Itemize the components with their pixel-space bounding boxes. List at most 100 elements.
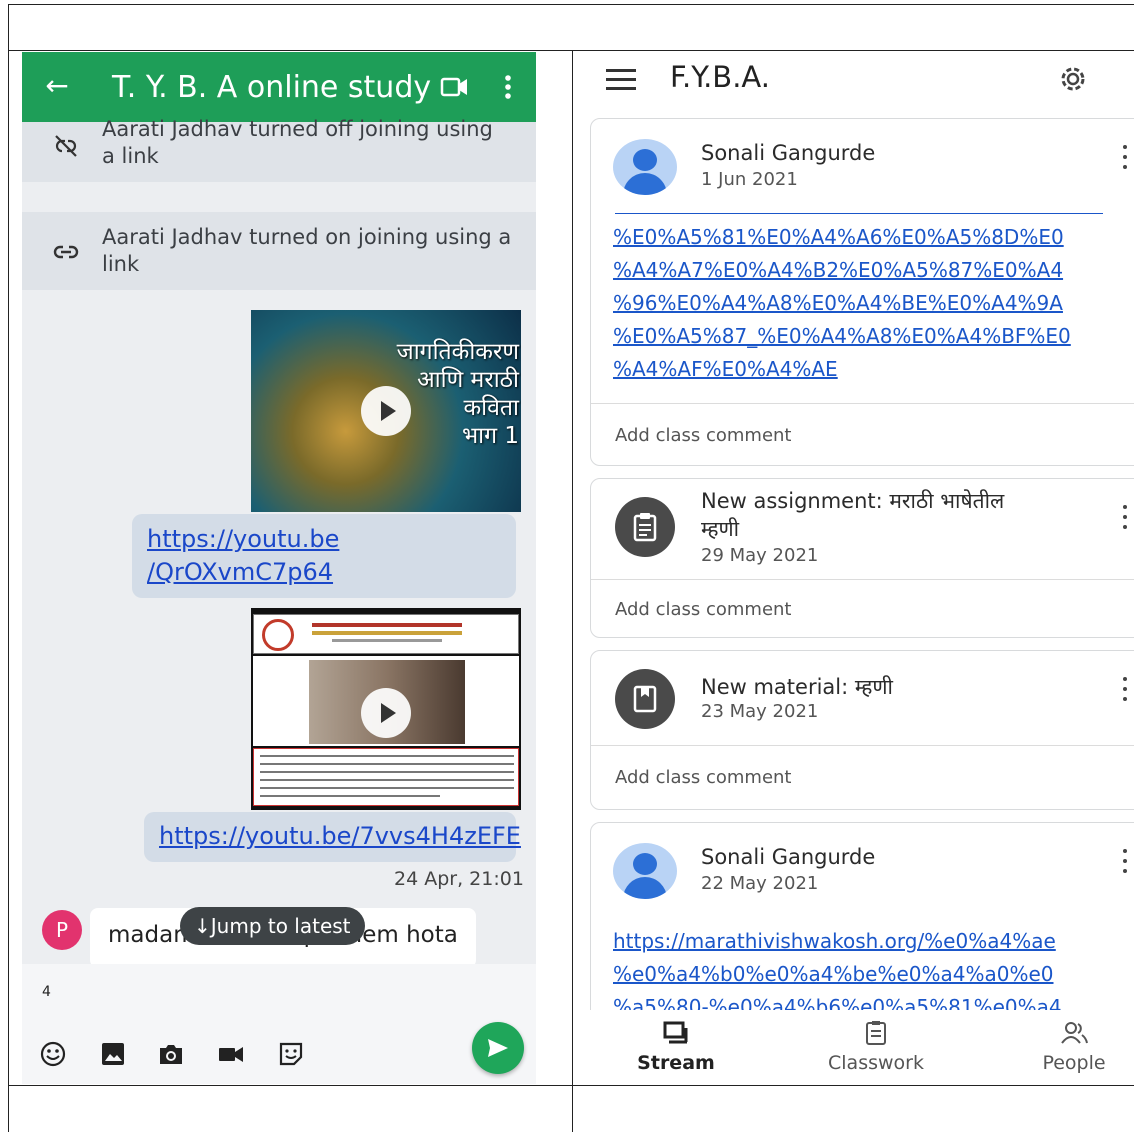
post-link-line[interactable]: %A4%AF%E0%A4%AE — [613, 353, 838, 386]
author-avatar — [613, 139, 677, 195]
post-link-line[interactable]: %e0%a4%b0%e0%a4%be%e0%a4%a0%e0 — [613, 958, 1054, 991]
material-icon — [615, 669, 675, 729]
poster-header-line — [312, 631, 462, 635]
chat-header: ← T. Y. B. A online study — [22, 52, 536, 122]
nav-people[interactable]: People — [1014, 1010, 1134, 1084]
more-options-icon[interactable] — [1121, 505, 1129, 531]
link-icon — [53, 245, 79, 259]
back-arrow-icon[interactable]: ← — [42, 68, 72, 104]
video-call-icon[interactable] — [440, 74, 470, 100]
post-link-line[interactable]: %96%E0%A4%A8%E0%A4%BE%E0%A4%9A — [613, 287, 1063, 320]
divider — [591, 745, 1134, 746]
sticker-icon[interactable] — [278, 1041, 304, 1067]
table-border-left — [8, 4, 9, 1132]
author-avatar — [613, 843, 677, 899]
nav-label: People — [1042, 1052, 1106, 1074]
menu-icon[interactable] — [606, 69, 636, 91]
image-icon[interactable] — [100, 1041, 126, 1067]
link-line[interactable]: /QrOXvmC7p64 — [147, 556, 339, 589]
nav-label: Classwork — [828, 1052, 924, 1074]
composer-input[interactable]: 4 — [42, 984, 51, 1000]
sender-avatar[interactable]: P — [42, 910, 82, 950]
stream-post[interactable]: New assignment: मराठी भाषेतील म्हणी 29 M… — [590, 478, 1134, 638]
play-icon[interactable] — [361, 688, 411, 738]
send-button[interactable] — [472, 1022, 524, 1074]
divider — [591, 579, 1134, 580]
post-link-line[interactable]: %A4%A7%E0%A4%B2%E0%A5%87%E0%A4 — [613, 254, 1063, 287]
chat-screen: ← T. Y. B. A online study Aarati Jadhav … — [22, 52, 536, 1084]
jump-to-latest-button[interactable]: ↓Jump to latest — [180, 907, 365, 945]
post-date: 22 May 2021 — [701, 873, 819, 894]
post-date: 23 May 2021 — [701, 701, 819, 722]
stream-post[interactable]: Sonali Gangurde 1 Jun 2021 %E0%A5%81%E0%… — [590, 118, 1134, 466]
play-icon[interactable] — [361, 386, 411, 436]
youtube-link[interactable]: https://youtu.be /QrOXvmC7p64 — [147, 523, 339, 589]
poster-text-line — [260, 795, 440, 797]
more-options-icon[interactable] — [1121, 145, 1129, 171]
overlay-line: जागतिकीकरण — [396, 339, 519, 365]
video-thumbnail[interactable]: जागतिकीकरण आणि मराठी कविता भाग 1 — [251, 310, 521, 512]
send-icon — [488, 1039, 508, 1057]
youtube-link[interactable]: https://youtu.be/7vvs4H4zEFE — [159, 820, 521, 853]
system-message-text: Aarati Jadhav turned on joining using a … — [102, 225, 512, 276]
classroom-header: F.Y.B.A. — [576, 52, 1134, 114]
emoji-icon[interactable] — [40, 1041, 66, 1067]
class-title: F.Y.B.A. — [670, 60, 770, 94]
video-thumbnail[interactable] — [251, 608, 521, 810]
post-link-line[interactable]: %E0%A5%87_%E0%A4%A8%E0%A4%BF%E0 — [613, 320, 1071, 353]
classroom-screen: F.Y.B.A. Sonali Gangurde 1 Jun 2021 %E0%… — [576, 52, 1134, 1084]
post-date: 1 Jun 2021 — [701, 169, 798, 190]
post-title: New assignment: मराठी भाषेतील — [701, 489, 1005, 513]
stream-post[interactable]: Sonali Gangurde 22 May 2021 https://mara… — [590, 822, 1134, 1022]
gear-icon[interactable] — [1056, 62, 1090, 96]
system-message-text: Aarati Jadhav turned off joining using a… — [102, 117, 493, 168]
more-options-icon[interactable] — [1121, 849, 1129, 875]
post-date: 29 May 2021 — [701, 545, 819, 566]
nav-stream[interactable]: Stream — [616, 1010, 736, 1084]
add-comment-button[interactable]: Add class comment — [615, 599, 792, 620]
poster-text-line — [260, 779, 514, 781]
post-link-line[interactable]: https://marathivishwakosh.org/%e0%a4%ae — [613, 925, 1056, 958]
link-message-bubble: https://youtu.be /QrOXvmC7p64 — [132, 514, 516, 598]
table-border-row — [8, 1085, 1134, 1086]
add-comment-button[interactable]: Add class comment — [615, 767, 792, 788]
poster-header — [253, 614, 519, 654]
poster-description — [253, 748, 519, 806]
link-underline — [615, 213, 1103, 214]
system-message: Aarati Jadhav turned off joining using a… — [22, 117, 536, 182]
link-line[interactable]: https://youtu.be — [147, 523, 339, 556]
post-link-line[interactable]: %E0%A5%81%E0%A4%A6%E0%A5%8D%E0 — [613, 221, 1064, 254]
classwork-icon — [866, 1021, 886, 1045]
system-message: Aarati Jadhav turned on joining using a … — [22, 212, 536, 290]
people-icon — [1061, 1022, 1088, 1044]
poster-header-line — [312, 623, 462, 627]
link-off-icon — [55, 135, 77, 157]
assignment-icon — [615, 497, 675, 557]
video-icon[interactable] — [218, 1041, 244, 1067]
poster-text-line — [260, 763, 514, 765]
poster-text-line — [260, 755, 514, 757]
message-timestamp: 24 Apr, 21:01 — [394, 868, 524, 890]
more-options-icon[interactable] — [1121, 677, 1129, 703]
poster-text-line — [260, 787, 514, 789]
table-border-header — [8, 50, 1134, 51]
more-options-icon[interactable] — [496, 72, 520, 102]
poster-text-line — [260, 771, 514, 773]
table-border-top — [8, 4, 1134, 5]
post-title: New material: म्हणी — [701, 675, 893, 699]
table-border-middle — [572, 50, 573, 1132]
add-comment-button[interactable]: Add class comment — [615, 425, 792, 446]
camera-icon[interactable] — [158, 1041, 184, 1067]
post-author: Sonali Gangurde — [701, 845, 876, 869]
link-message-bubble: https://youtu.be/7vvs4H4zEFE — [144, 812, 521, 862]
post-author: Sonali Gangurde — [701, 141, 876, 165]
stream-icon — [663, 1021, 688, 1044]
chat-title: T. Y. B. A online study — [112, 70, 432, 105]
college-logo-icon — [262, 619, 294, 651]
poster-header-line — [332, 639, 442, 642]
stream-post[interactable]: New material: म्हणी 23 May 2021 Add clas… — [590, 650, 1134, 810]
nav-label: Stream — [637, 1052, 715, 1074]
document-page: ← T. Y. B. A online study Aarati Jadhav … — [0, 0, 1134, 1132]
nav-classwork[interactable]: Classwork — [816, 1010, 936, 1084]
message-composer: 4 — [22, 964, 536, 1084]
